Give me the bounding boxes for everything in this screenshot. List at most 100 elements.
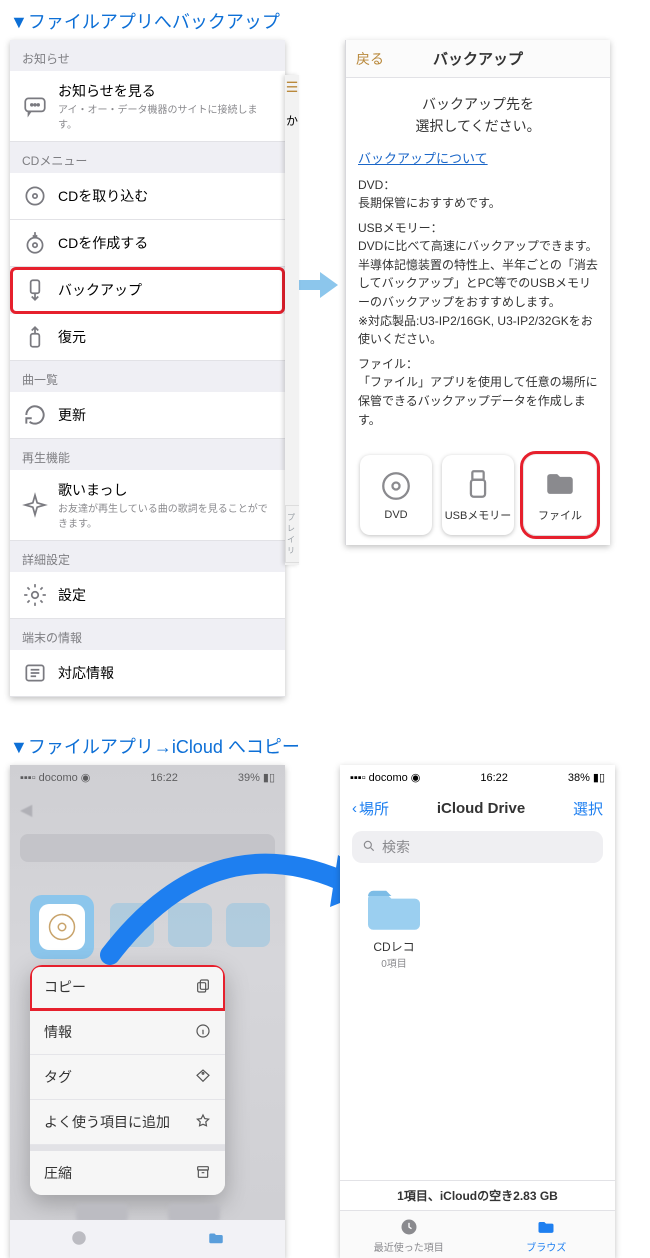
item-compat[interactable]: 対応情報 — [10, 650, 285, 697]
backup-subtitle: バックアップ先を 選択してください。 — [358, 94, 598, 137]
files-app-left: ▪▪▪▫ docomo ◉ 16:22 39% ▮▯ ◀︎ コピー — [10, 765, 285, 1258]
section2-title: ▼ファイルアプリ→iCloud へコピー — [0, 725, 650, 765]
settings-panel: お知らせ お知らせを見る アイ・オー・データ機器のサイトに接続します。 CDメニ… — [10, 40, 285, 697]
dvd-head: DVD： — [358, 178, 395, 192]
item-utaimasshi[interactable]: 歌いまっし お友達が再生している曲の歌詞を見ることができます。 — [10, 470, 285, 541]
copy-icon — [195, 978, 211, 997]
menu-copy[interactable]: コピー — [30, 965, 225, 1010]
folder-icon — [362, 883, 426, 935]
disc-icon — [379, 469, 413, 503]
group-device: 端末の情報 — [10, 619, 285, 650]
status-bar: ▪▪▪▫ docomo ◉ 16:22 39% ▮▯ — [10, 765, 285, 790]
dvd-body: 長期保管におすすめです。 — [358, 196, 501, 210]
item-label: バックアップ — [58, 280, 273, 300]
star-icon — [195, 1113, 211, 1132]
cdreco-disc-icon — [39, 904, 85, 950]
usb-body3: ※対応製品:U3-IP2/16GK, U3-IP2/32GKをお使いください。 — [358, 314, 593, 347]
item-refresh[interactable]: 更新 — [10, 392, 285, 439]
tabbar: 最近使った項目 ブラウズ — [340, 1210, 615, 1258]
speech-icon — [22, 93, 48, 119]
option-usb[interactable]: USBメモリー — [442, 455, 514, 535]
blurred-tabbar — [10, 1220, 285, 1258]
usb-head: USBメモリー： — [358, 221, 443, 235]
icloud-panel: ▪▪▪▫ docomo ◉ 16:22 38% ▮▯ ‹ 場所 iCloud D… — [340, 765, 615, 1258]
item-label: 対応情報 — [58, 663, 273, 683]
info-icon — [195, 1023, 211, 1042]
option-file[interactable]: ファイル — [524, 455, 596, 535]
blurred-nav: ◀︎ — [10, 790, 285, 830]
option-dvd[interactable]: DVD — [360, 455, 432, 535]
menu-label: 情報 — [44, 1022, 72, 1042]
tab-recent[interactable]: 最近使った項目 — [340, 1211, 478, 1258]
wifi-icon: ◉ — [411, 771, 421, 784]
search-field[interactable]: 検索 — [352, 831, 603, 863]
cd-import-icon — [22, 183, 48, 209]
usb-body1: DVDに比べて高速にバックアップできます。 — [358, 239, 598, 253]
folder-name: CDレコ — [358, 938, 430, 955]
menu-compress[interactable]: 圧縮 — [30, 1145, 225, 1195]
item-label: 更新 — [58, 405, 273, 425]
backup-title: バックアップ — [356, 48, 600, 69]
item-cd-import[interactable]: CDを取り込む — [10, 173, 285, 220]
item-label: CDを作成する — [58, 233, 273, 253]
restore-icon — [22, 324, 48, 350]
option-label: ファイル — [538, 507, 582, 523]
item-sub: お友達が再生している曲の歌詞を見ることができます。 — [58, 500, 273, 530]
backup-icon — [22, 277, 48, 303]
signal-icon: ▪▪▪▫ — [350, 772, 366, 784]
folder-cdreco[interactable]: CDレコ 0項目 — [358, 883, 430, 970]
item-sub: アイ・オー・データ機器のサイトに接続します。 — [58, 101, 273, 131]
backup-header: 戻る バックアップ — [346, 40, 610, 78]
carrier: docomo — [39, 772, 78, 784]
side-peek: ☰ か プレイリ — [285, 75, 299, 565]
index-char: か — [286, 112, 298, 129]
item-settings[interactable]: 設定 — [10, 572, 285, 619]
item-label: 歌いまっし — [58, 480, 273, 500]
signal-icon: ▪▪▪▫ — [20, 772, 36, 784]
select-button[interactable]: 選択 — [573, 798, 603, 819]
bottom-tab-peek: プレイリ — [285, 505, 299, 563]
option-label: DVD — [384, 509, 407, 521]
backup-about-link[interactable]: バックアップについて — [358, 151, 488, 166]
menu-label: タグ — [44, 1067, 72, 1087]
gear-icon — [22, 582, 48, 608]
item-cd-create[interactable]: CDを作成する — [10, 220, 285, 267]
star4-icon — [22, 492, 48, 518]
usb-body2: 半導体記憶装置の特性上、半年ごとの「消去してバックアップ」とPC等でのUSBメモ… — [358, 258, 598, 309]
selected-folder[interactable] — [30, 895, 94, 959]
group-play: 再生機能 — [10, 439, 285, 470]
chevron-left-icon: ‹ — [352, 800, 357, 817]
folder-count: 0項目 — [358, 955, 430, 970]
item-label: CDを取り込む — [58, 186, 273, 206]
battery-pct: 38% — [568, 772, 590, 784]
tab-browse[interactable]: ブラウズ — [478, 1211, 616, 1258]
ghost-folders — [110, 903, 270, 947]
icloud-title: iCloud Drive — [437, 800, 525, 817]
back-locations[interactable]: ‹ 場所 — [352, 798, 389, 819]
folder-icon — [543, 467, 577, 501]
list-icon — [22, 660, 48, 686]
group-advanced: 詳細設定 — [10, 541, 285, 572]
menu-label: よく使う項目に追加 — [44, 1112, 170, 1132]
backup-detail-panel: 戻る バックアップ バックアップ先を 選択してください。 バックアップについて … — [345, 40, 610, 545]
clock-icon — [399, 1217, 419, 1237]
section1-title: ▼ファイルアプリへバックアップ — [0, 0, 650, 40]
menu-favorite[interactable]: よく使う項目に追加 — [30, 1100, 225, 1145]
menu-tag[interactable]: タグ — [30, 1055, 225, 1100]
menu-info[interactable]: 情報 — [30, 1010, 225, 1055]
menu-label: 圧縮 — [44, 1163, 72, 1183]
tag-icon — [195, 1068, 211, 1087]
hamburger-icon[interactable]: ☰ — [286, 75, 299, 100]
item-backup[interactable]: バックアップ — [10, 267, 285, 314]
status-bar: ▪▪▪▫ docomo ◉ 16:22 38% ▮▯ — [340, 765, 615, 790]
item-restore[interactable]: 復元 — [10, 314, 285, 361]
refresh-icon — [22, 402, 48, 428]
option-label: USBメモリー — [445, 507, 512, 523]
carrier: docomo — [369, 772, 408, 784]
group-notice: お知らせ — [10, 40, 285, 71]
menu-label: コピー — [44, 977, 86, 997]
clock: 16:22 — [480, 772, 508, 784]
group-cd: CDメニュー — [10, 142, 285, 173]
item-notice[interactable]: お知らせを見る アイ・オー・データ機器のサイトに接続します。 — [10, 71, 285, 142]
backup-options: DVD USBメモリー ファイル — [346, 445, 610, 545]
